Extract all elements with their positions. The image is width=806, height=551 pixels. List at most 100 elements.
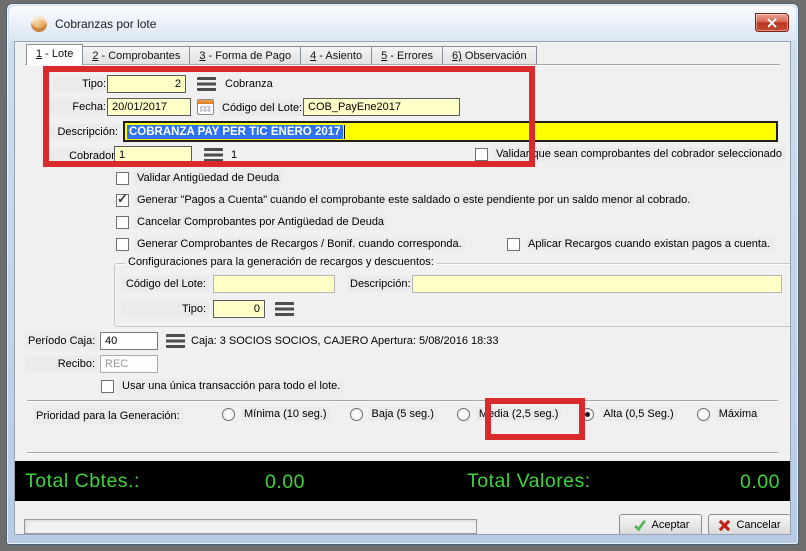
tab-observacion[interactable]: 6) Observación [442, 46, 537, 65]
checkbox-row-generar-recargos: Generar Comprobantes de Recargos / Bonif… [116, 237, 465, 251]
grupo-tipo-lookup-icon[interactable] [275, 302, 294, 316]
tab-asiento-label: 4 - Asiento [310, 50, 362, 62]
tab-asiento[interactable]: 4 - Asiento [300, 46, 372, 65]
tab-page-border [25, 64, 780, 65]
validar-cobrador-checkbox[interactable] [475, 148, 488, 161]
periodo-caja-label: Período Caja: [25, 333, 98, 349]
grupo-descripcion-input[interactable] [412, 275, 782, 293]
generar-pagos-label: Generar "Pagos a Cuenta" cuando el compr… [134, 193, 693, 207]
cancelar-comprobantes-label: Cancelar Comprobantes por Antigüedad de … [134, 215, 387, 229]
tab-forma-de-pago-label: 3 - Forma de Pago [199, 50, 291, 62]
prioridad-radio-group: Mínima (10 seg.) Baja (5 seg.) Media (2,… [222, 407, 760, 421]
periodo-caja-input[interactable]: 40 [100, 332, 158, 350]
radio-alta-label: Alta (0,5 Seg.) [600, 407, 676, 421]
cobrador-label: Cobrador: [41, 148, 121, 164]
tab-strip: 1 - Lote 2 - Comprobantes 3 - Forma de P… [26, 44, 536, 65]
tab-errores[interactable]: 5 - Errores [371, 46, 443, 65]
descripcion-label: Descripción: [41, 124, 121, 140]
x-icon [718, 519, 731, 532]
descripcion-input[interactable]: COBRANZA PAY PER TIC ENERO 2017 [123, 121, 778, 142]
grupo-tipo-input[interactable]: 0 [213, 300, 265, 318]
tab-forma-de-pago[interactable]: 3 - Forma de Pago [189, 46, 301, 65]
recargos-config-group: Configuraciones para la generación de re… [114, 263, 791, 327]
radio-baja-label: Baja (5 seg.) [369, 407, 437, 421]
periodo-caja-lookup-icon[interactable] [166, 334, 185, 348]
separator-line-2 [27, 452, 778, 453]
aceptar-button[interactable]: Aceptar [619, 514, 702, 535]
app-icon [31, 16, 47, 32]
total-cbtes-label: Total Cbtes.: [25, 470, 140, 493]
cancelar-button-label: Cancelar [736, 519, 780, 531]
radio-baja[interactable] [350, 408, 363, 421]
radio-alta[interactable] [581, 408, 594, 421]
validar-cobrador-label: Validar que sean comprobantes del cobrad… [493, 147, 785, 161]
separator-line [27, 400, 778, 401]
validar-antiguedad-checkbox[interactable] [116, 172, 129, 185]
checkbox-row-cancelar-comprobantes: Cancelar Comprobantes por Antigüedad de … [116, 215, 387, 229]
tab-lote-label: 1 - Lote [36, 48, 73, 60]
checkbox-row-validar-cobrador: Validar que sean comprobantes del cobrad… [475, 147, 785, 161]
radio-media-label: Media (2,5 seg.) [476, 407, 561, 421]
totals-bar: Total Cbtes.: 0.00 Total Valores: 0.00 [15, 461, 790, 501]
unica-transaccion-label: Usar una única transacción para todo el … [119, 379, 343, 393]
cobrador-description: 1 [231, 149, 237, 161]
recargos-config-legend: Configuraciones para la generación de re… [125, 256, 437, 268]
dialog-window: Cobranzas por lote 1 - Lote 2 - Comproba… [6, 3, 799, 545]
radio-maxima-label: Máxima [716, 407, 761, 421]
checkbox-row-aplicar-recargos: Aplicar Recargos cuando existan pagos a … [507, 237, 773, 251]
prioridad-label: Prioridad para la Generación: [33, 408, 183, 424]
generar-pagos-checkbox[interactable]: ✓ [116, 194, 129, 207]
close-button[interactable] [755, 13, 789, 32]
recibo-label: Recibo: [25, 356, 98, 372]
grupo-tipo-label: Tipo: [121, 301, 209, 317]
radio-minima[interactable] [222, 408, 235, 421]
calendar-icon[interactable] [197, 99, 214, 115]
window-title: Cobranzas por lote [55, 17, 156, 31]
cobrador-lookup-icon[interactable] [204, 148, 223, 162]
generar-recargos-checkbox[interactable] [116, 238, 129, 251]
radio-media[interactable] [457, 408, 470, 421]
validar-antiguedad-label: Validar Antigüedad de Deuda [134, 171, 282, 185]
title-bar[interactable]: Cobranzas por lote [9, 6, 796, 41]
grupo-codigo-input[interactable] [213, 275, 335, 293]
radio-minima-label: Mínima (10 seg.) [241, 407, 330, 421]
recibo-input[interactable]: REC [100, 355, 158, 373]
unica-transaccion-checkbox[interactable] [101, 380, 114, 393]
aceptar-button-label: Aceptar [652, 519, 690, 531]
checkbox-row-validar-antiguedad: Validar Antigüedad de Deuda [116, 171, 282, 185]
tipo-lookup-icon[interactable] [197, 77, 216, 91]
codigo-lote-label: Código del Lote: [219, 100, 305, 116]
screenshot-canvas: Cobranzas por lote 1 - Lote 2 - Comproba… [0, 0, 806, 551]
close-icon [767, 18, 777, 28]
cancelar-button[interactable]: Cancelar [708, 514, 791, 535]
cobrador-input[interactable]: 1 [114, 146, 192, 164]
progress-bar [24, 519, 477, 534]
fecha-label: Fecha: [45, 99, 109, 115]
grupo-descripcion-label: Descripción: [347, 276, 414, 292]
tab-observacion-label: 6) Observación [452, 50, 527, 62]
checkbox-row-generar-pagos: ✓ Generar "Pagos a Cuenta" cuando el com… [116, 193, 693, 207]
aplicar-recargos-label: Aplicar Recargos cuando existan pagos a … [525, 237, 773, 251]
text-caret [344, 125, 346, 139]
caja-info-text: Caja: 3 SOCIOS SOCIOS, CAJERO Apertura: … [191, 335, 499, 347]
tipo-description: Cobranza [225, 78, 273, 90]
cancelar-comprobantes-checkbox[interactable] [116, 216, 129, 229]
total-cbtes-value: 0.00 [205, 471, 365, 494]
dialog-client-area: 1 - Lote 2 - Comprobantes 3 - Forma de P… [14, 41, 791, 535]
grupo-codigo-label: Código del Lote: [121, 276, 209, 292]
tipo-label: Tipo: [53, 76, 109, 92]
aplicar-recargos-checkbox[interactable] [507, 238, 520, 251]
fecha-input[interactable]: 20/01/2017 [107, 98, 191, 116]
total-valores-label: Total Valores: [467, 470, 591, 493]
codigo-lote-input[interactable]: COB_PayEne2017 [303, 98, 460, 116]
tab-errores-label: 5 - Errores [381, 50, 433, 62]
radio-maxima[interactable] [697, 408, 710, 421]
descripcion-selected-text: COBRANZA PAY PER TIC ENERO 2017 [127, 125, 343, 139]
check-icon [632, 518, 647, 532]
tab-comprobantes-label: 2 - Comprobantes [92, 50, 180, 62]
tab-lote[interactable]: 1 - Lote [26, 44, 83, 65]
tipo-input[interactable]: 2 [107, 75, 186, 93]
checkbox-row-unica-transaccion: Usar una única transacción para todo el … [101, 379, 343, 393]
total-valores-value: 0.00 [740, 471, 780, 494]
tab-comprobantes[interactable]: 2 - Comprobantes [82, 46, 190, 65]
